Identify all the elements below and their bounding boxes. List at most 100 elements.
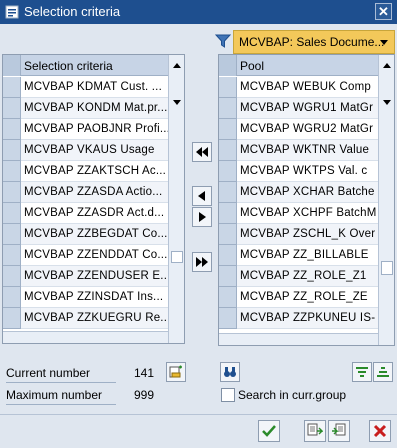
table-cell: MCVBAP XCHAR Batche	[240, 186, 375, 198]
select-all-cell[interactable]	[3, 55, 21, 76]
table-row[interactable]: MCVBAP ZZINSDAT Ins...	[3, 287, 168, 308]
table-row[interactable]: MCVBAP XCHPF BatchM	[219, 203, 378, 224]
table-row[interactable]: MCVBAP VKAUS Usage	[3, 140, 168, 161]
confirm-button[interactable]	[258, 420, 280, 442]
close-icon: ✕	[378, 4, 389, 19]
table-row[interactable]: MCVBAP KDMAT Cust. ...	[3, 77, 168, 98]
row-selector[interactable]	[3, 77, 21, 98]
search-in-group-checkbox[interactable]	[221, 388, 235, 402]
table-cell: MCVBAP ZZENDDAT Co...	[24, 249, 168, 261]
table-cell: MCVBAP WGRU2 MatGr	[240, 123, 374, 135]
table-cell: MCVBAP ZZKUEGRU Re...	[24, 312, 168, 324]
scroll-down-button[interactable]	[379, 94, 394, 110]
chevron-up-icon	[383, 63, 391, 68]
vertical-scrollbar[interactable]	[168, 55, 184, 343]
scroll-thumb[interactable]	[171, 251, 183, 263]
scroll-up-button[interactable]	[379, 58, 394, 74]
current-number-label: Current number	[6, 366, 116, 383]
row-selector[interactable]	[3, 245, 21, 266]
copy-icon	[307, 423, 323, 436]
move-right-button[interactable]	[192, 207, 212, 227]
table-row[interactable]: MCVBAP ZZBEGDAT Co...	[3, 224, 168, 245]
table-row[interactable]: MCVBAP ZZ_ROLE_Z1	[219, 266, 378, 287]
close-button[interactable]: ✕	[375, 3, 392, 20]
window-icon	[5, 5, 19, 19]
row-selector[interactable]	[3, 203, 21, 224]
row-selector[interactable]	[3, 161, 21, 182]
table-cell: MCVBAP ZZ_BILLABLE	[240, 249, 369, 261]
vertical-scrollbar[interactable]	[378, 55, 394, 345]
table-row[interactable]: MCVBAP WGRU1 MatGr	[219, 98, 378, 119]
row-selector[interactable]	[219, 245, 237, 266]
cancel-button[interactable]	[369, 420, 391, 442]
move-all-right-button[interactable]	[192, 252, 212, 272]
table-row[interactable]: MCVBAP ZZENDUSER E...	[3, 266, 168, 287]
checkmark-icon	[262, 425, 276, 437]
table-row[interactable]: MCVBAP WKTNR Value	[219, 140, 378, 161]
row-selector[interactable]	[219, 98, 237, 119]
row-selector[interactable]	[219, 182, 237, 203]
move-left-button[interactable]	[192, 186, 212, 206]
table-row[interactable]: MCVBAP KONDM Mat.pr...	[3, 98, 168, 119]
table-row[interactable]: MCVBAP ZZKUEGRU Re...	[3, 308, 168, 329]
scroll-up-button[interactable]	[169, 58, 184, 74]
scroll-down-button[interactable]	[169, 94, 184, 110]
row-selector[interactable]	[3, 266, 21, 287]
paste-button[interactable]	[328, 420, 350, 442]
table-cell: MCVBAP ZSCHL_K Over	[240, 228, 376, 240]
row-selector[interactable]	[3, 98, 21, 119]
binoculars-icon	[224, 367, 236, 377]
row-selector[interactable]	[3, 140, 21, 161]
table-row[interactable]: MCVBAP ZZAKTSCH Ac...	[3, 161, 168, 182]
row-selector[interactable]	[219, 140, 237, 161]
row-selector[interactable]	[219, 77, 237, 98]
horizontal-scrollbar[interactable]	[219, 333, 378, 345]
selection-criteria-table: Selection criteria MCVBAP KDMAT Cust. ..…	[2, 54, 185, 344]
row-selector[interactable]	[3, 287, 21, 308]
row-selector[interactable]	[219, 161, 237, 182]
insert-block-icon	[169, 365, 182, 378]
column-header-selection-criteria: Selection criteria	[24, 59, 113, 73]
sort-ascending-button[interactable]	[352, 362, 372, 382]
table-row[interactable]: MCVBAP ZSCHL_K Over	[219, 224, 378, 245]
table-row[interactable]: MCVBAP ZZPKUNEU IS-	[219, 308, 378, 329]
row-selector[interactable]	[219, 119, 237, 140]
row-selector[interactable]	[219, 287, 237, 308]
sort-descending-button[interactable]	[373, 362, 393, 382]
pool-dropdown[interactable]: MCVBAP: Sales Docume...	[233, 30, 395, 54]
move-all-left-button[interactable]	[192, 142, 212, 162]
table-cell: MCVBAP ZZASDA Actio...	[24, 186, 163, 198]
title-bar: Selection criteria ✕	[0, 0, 397, 24]
row-selector[interactable]	[3, 308, 21, 329]
filter-icon[interactable]	[215, 34, 231, 48]
table-cell: MCVBAP ZZ_ROLE_ZE	[240, 291, 368, 303]
maximum-number-value: 999	[133, 388, 154, 402]
table-row[interactable]: MCVBAP XCHAR Batche	[219, 182, 378, 203]
arrow-right-icon	[199, 212, 206, 222]
insert-block-button[interactable]	[166, 362, 186, 382]
table-row[interactable]: MCVBAP WGRU2 MatGr	[219, 119, 378, 140]
table-row[interactable]: MCVBAP ZZASDR Act.d...	[3, 203, 168, 224]
row-selector[interactable]	[219, 308, 237, 329]
row-selector[interactable]	[219, 224, 237, 245]
horizontal-scrollbar[interactable]	[3, 331, 168, 343]
table-cell: MCVBAP VKAUS Usage	[24, 144, 155, 156]
table-row[interactable]: MCVBAP ZZENDDAT Co...	[3, 245, 168, 266]
chevron-down-icon[interactable]	[377, 35, 391, 49]
table-cell: MCVBAP WKTNR Value	[240, 144, 370, 156]
row-selector[interactable]	[219, 266, 237, 287]
table-row[interactable]: MCVBAP ZZ_BILLABLE	[219, 245, 378, 266]
table-row[interactable]: MCVBAP WKTPS Val. c	[219, 161, 378, 182]
copy-button[interactable]	[304, 420, 326, 442]
row-selector[interactable]	[3, 224, 21, 245]
table-row[interactable]: MCVBAP ZZASDA Actio...	[3, 182, 168, 203]
table-row[interactable]: MCVBAP WEBUK Comp	[219, 77, 378, 98]
find-button[interactable]	[220, 362, 240, 382]
row-selector[interactable]	[3, 182, 21, 203]
row-selector[interactable]	[3, 119, 21, 140]
table-row[interactable]: MCVBAP ZZ_ROLE_ZE	[219, 287, 378, 308]
scroll-thumb[interactable]	[381, 261, 393, 275]
table-row[interactable]: MCVBAP PAOBJNR Profi...	[3, 119, 168, 140]
select-all-cell[interactable]	[219, 55, 237, 76]
row-selector[interactable]	[219, 203, 237, 224]
